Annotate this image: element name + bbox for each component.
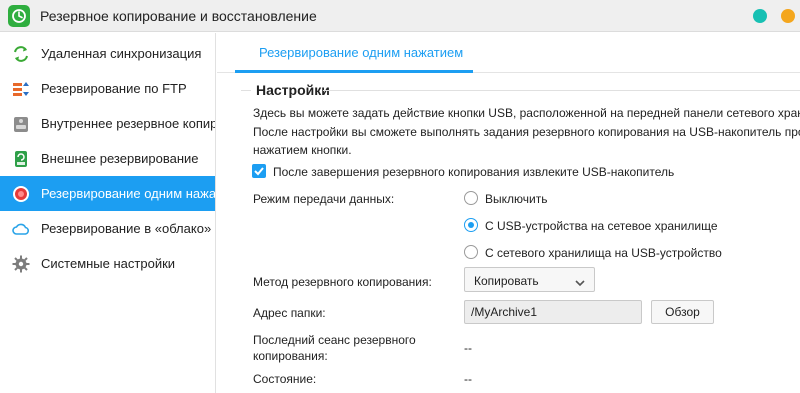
- description-line: Здесь вы можете задать действие кнопки U…: [253, 106, 800, 120]
- cloud-icon: [12, 220, 30, 238]
- tab-bar: Резервирование одним нажатием: [217, 33, 800, 73]
- last-session-label: копирования:: [253, 349, 328, 363]
- state-label: Состояние:: [253, 372, 317, 386]
- chevron-down-icon: [575, 276, 585, 290]
- maximize-button[interactable]: [781, 9, 795, 23]
- section-divider: [323, 90, 800, 91]
- tab-one-touch-backup[interactable]: Резервирование одним нажатием: [235, 33, 473, 73]
- radio-label: Выключить: [485, 192, 548, 206]
- backup-method-value: Копировать: [474, 274, 539, 288]
- last-session-value: --: [464, 341, 472, 355]
- radio-transfer-off[interactable]: [464, 191, 478, 205]
- sidebar-item-cloud-backup[interactable]: Резервирование в «облако»: [0, 211, 215, 246]
- sidebar-item-label: Резервирование в «облако»: [41, 221, 212, 236]
- title-bar: Резервное копирование и восстановление: [0, 0, 800, 32]
- transfer-mode-label: Режим передачи данных:: [253, 192, 395, 206]
- sidebar-item-system-settings[interactable]: Системные настройки: [0, 246, 215, 281]
- one-touch-icon: [12, 185, 30, 203]
- radio-usb-to-nas[interactable]: [464, 218, 478, 232]
- internal-backup-icon: [12, 115, 30, 133]
- sidebar-item-label: Внешнее резервирование: [41, 151, 199, 166]
- folder-label: Адрес папки:: [253, 306, 326, 320]
- sidebar-item-external-backup[interactable]: Внешнее резервирование: [0, 141, 215, 176]
- ftp-icon: [12, 80, 30, 98]
- sidebar-item-label: Системные настройки: [41, 256, 176, 271]
- section-divider: [241, 90, 251, 91]
- window-title: Резервное копирование и восстановление: [40, 8, 317, 24]
- sidebar-item-label: Резервирование по FTP: [41, 81, 187, 96]
- sidebar-item-ftp[interactable]: Резервирование по FTP: [0, 71, 215, 106]
- backup-method-label: Метод резервного копирования:: [253, 275, 432, 289]
- backup-method-select[interactable]: Копировать: [464, 267, 595, 292]
- radio-label: С USB-устройства на сетевое хранилище: [485, 219, 718, 233]
- folder-path-input[interactable]: [464, 300, 642, 324]
- sidebar: Удаленная синхронизация Резервирование п…: [0, 33, 216, 393]
- browse-button[interactable]: Обзор: [651, 300, 714, 324]
- checkmark-icon: [254, 167, 264, 176]
- radio-label: С сетевого хранилища на USB-устройство: [485, 246, 722, 260]
- sidebar-item-label: Резервирование одним нажати: [41, 186, 216, 201]
- sidebar-item-remote-sync[interactable]: Удаленная синхронизация: [0, 36, 215, 71]
- eject-usb-checkbox[interactable]: [252, 164, 266, 178]
- remote-sync-icon: [12, 45, 30, 63]
- state-value: --: [464, 372, 472, 386]
- description-line: нажатием кнопки.: [253, 143, 352, 157]
- external-backup-icon: [12, 150, 30, 168]
- last-session-label: Последний сеанс резервного: [253, 333, 416, 347]
- gear-icon: [12, 255, 30, 273]
- main-panel: Резервирование одним нажатием Настройки …: [217, 33, 800, 393]
- description-line: После настройки вы сможете выполнять зад…: [253, 125, 800, 139]
- minimize-button[interactable]: [753, 9, 767, 23]
- tab-label: Резервирование одним нажатием: [259, 45, 464, 60]
- section-title: Настройки: [256, 82, 330, 98]
- sidebar-item-label: Удаленная синхронизация: [41, 46, 202, 61]
- eject-usb-label: После завершения резервного копирования …: [273, 165, 675, 179]
- sidebar-item-label: Внутреннее резервное копиров: [41, 116, 216, 131]
- sidebar-item-internal-backup[interactable]: Внутреннее резервное копиров: [0, 106, 216, 141]
- backup-restore-icon: [8, 5, 30, 27]
- sidebar-item-one-touch-backup[interactable]: Резервирование одним нажати: [0, 176, 216, 211]
- radio-nas-to-usb[interactable]: [464, 245, 478, 259]
